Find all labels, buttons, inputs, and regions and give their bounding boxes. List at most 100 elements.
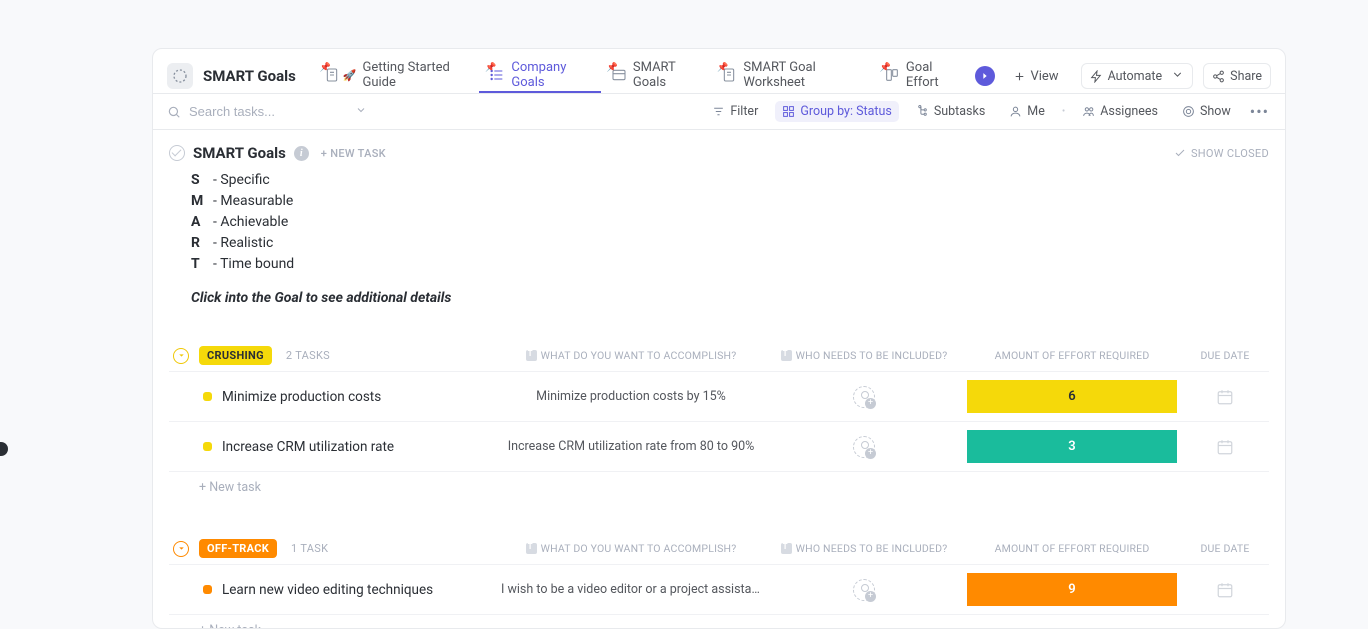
tabs: 📌 🚀 Getting Started Guide 📌 Company Goal… bbox=[314, 59, 970, 93]
assignees-button[interactable]: Assignees bbox=[1075, 101, 1165, 122]
column-header-due: DUE DATE bbox=[1185, 542, 1265, 555]
subtasks-button[interactable]: Subtasks bbox=[909, 101, 992, 122]
list-icon bbox=[167, 63, 193, 89]
task-due-cell bbox=[1185, 388, 1265, 406]
column-header-accomplish: WHAT DO YOU WANT TO ACCOMPLISH? bbox=[501, 349, 761, 362]
task-status-dot[interactable] bbox=[203, 392, 212, 401]
content-area: SMART Goals i + NEW TASK SHOW CLOSED S- … bbox=[153, 130, 1285, 628]
doc-icon: 📌 bbox=[721, 67, 737, 83]
status-group: CRUSHING 2 TASKS WHAT DO YOU WANT TO ACC… bbox=[169, 346, 1269, 499]
task-effort[interactable]: 3 bbox=[967, 430, 1177, 463]
task-assignee-cell bbox=[769, 579, 959, 601]
filter-label: Filter bbox=[730, 104, 758, 119]
doc-icon: 📌 bbox=[324, 67, 340, 83]
me-label: Me bbox=[1027, 104, 1045, 119]
column-header-due: DUE DATE bbox=[1185, 349, 1265, 362]
group-collapse-toggle[interactable] bbox=[173, 348, 189, 364]
status-pill[interactable]: OFF-TRACK bbox=[199, 539, 277, 558]
task-name-cell: Increase CRM utilization rate bbox=[173, 439, 493, 455]
smart-letter: A bbox=[191, 214, 207, 230]
me-button[interactable]: Me bbox=[1002, 101, 1052, 122]
tab-label: SMART Goals bbox=[633, 60, 701, 90]
task-effort[interactable]: 6 bbox=[967, 380, 1177, 413]
automate-label: Automate bbox=[1108, 69, 1163, 84]
search-wrap bbox=[167, 104, 367, 120]
more-tabs-button[interactable] bbox=[975, 66, 995, 86]
smart-definition-row: R- Realistic bbox=[191, 235, 1269, 251]
task-status-dot[interactable] bbox=[203, 585, 212, 594]
list-heading-title: SMART Goals bbox=[193, 144, 286, 162]
column-header-effort: AMOUNT OF EFFORT REQUIRED bbox=[967, 349, 1177, 362]
info-icon[interactable]: i bbox=[294, 146, 309, 161]
new-task-button[interactable]: + NEW TASK bbox=[321, 147, 386, 160]
task-assignee-cell bbox=[769, 436, 959, 458]
smart-hint: Click into the Goal to see additional de… bbox=[191, 290, 1269, 306]
status-pill[interactable]: CRUSHING bbox=[199, 346, 272, 365]
chevron-down-icon bbox=[1171, 68, 1184, 85]
add-assignee-button[interactable] bbox=[853, 579, 875, 601]
list-title: SMART Goals bbox=[203, 67, 296, 85]
group-header: CRUSHING 2 TASKS WHAT DO YOU WANT TO ACC… bbox=[169, 346, 1269, 365]
group-collapse-toggle[interactable] bbox=[173, 541, 189, 557]
show-label: Show bbox=[1200, 104, 1231, 119]
pin-icon: 📌 bbox=[607, 63, 618, 73]
more-menu-button[interactable]: ••• bbox=[1248, 102, 1271, 121]
tab-getting-started[interactable]: 📌 🚀 Getting Started Guide bbox=[314, 59, 480, 93]
show-closed-button[interactable]: SHOW CLOSED bbox=[1174, 147, 1269, 160]
pin-icon: 📌 bbox=[485, 63, 496, 73]
tab-label: SMART Goal Worksheet bbox=[743, 60, 864, 90]
calendar-icon[interactable] bbox=[1216, 388, 1234, 406]
add-view-button[interactable]: View bbox=[1005, 69, 1066, 84]
add-assignee-button[interactable] bbox=[853, 436, 875, 458]
calendar-icon[interactable] bbox=[1216, 438, 1234, 456]
tab-label: Goal Effort bbox=[906, 60, 960, 90]
tab-label: Getting Started Guide bbox=[362, 60, 469, 90]
group-by-label: Group by: Status bbox=[800, 104, 892, 119]
pin-icon: 📌 bbox=[717, 63, 728, 73]
task-name-cell: Minimize production costs bbox=[173, 389, 493, 405]
task-accomplish: Minimize production costs by 15% bbox=[501, 389, 761, 404]
new-task-inline-button[interactable]: + New task bbox=[169, 472, 1269, 499]
tab-goal-effort[interactable]: 📌 Goal Effort bbox=[874, 59, 970, 93]
task-name: Minimize production costs bbox=[222, 389, 381, 405]
task-name: Learn new video editing techniques bbox=[222, 582, 433, 598]
chevron-down-icon[interactable] bbox=[355, 104, 367, 120]
subtasks-label: Subtasks bbox=[934, 104, 985, 119]
status-circle-icon[interactable] bbox=[169, 145, 185, 161]
task-row[interactable]: Increase CRM utilization rate Increase C… bbox=[169, 422, 1269, 471]
automate-button[interactable]: Automate bbox=[1081, 63, 1194, 89]
calendar-icon[interactable] bbox=[1216, 581, 1234, 599]
text-field-icon bbox=[781, 543, 792, 554]
smart-letter: M bbox=[191, 193, 207, 209]
add-assignee-button[interactable] bbox=[853, 386, 875, 408]
pin-icon: 📌 bbox=[320, 63, 331, 73]
tab-smart-goals[interactable]: 📌 SMART Goals bbox=[601, 59, 711, 93]
tab-smart-worksheet[interactable]: 📌 SMART Goal Worksheet bbox=[711, 59, 874, 93]
column-header-included: WHO NEEDS TO BE INCLUDED? bbox=[769, 542, 959, 555]
task-row[interactable]: Learn new video editing techniques I wis… bbox=[169, 565, 1269, 614]
task-due-cell bbox=[1185, 438, 1265, 456]
share-button[interactable]: Share bbox=[1203, 63, 1271, 89]
tab-company-goals[interactable]: 📌 Company Goals bbox=[479, 59, 601, 93]
task-count: 1 TASK bbox=[291, 542, 328, 555]
share-label: Share bbox=[1230, 69, 1262, 84]
smart-letter: T bbox=[191, 256, 207, 272]
list-heading: SMART Goals i + NEW TASK SHOW CLOSED bbox=[169, 144, 1269, 162]
smart-word: - Measurable bbox=[213, 193, 293, 209]
left-edge-indicator bbox=[0, 442, 8, 456]
column-header-accomplish: WHAT DO YOU WANT TO ACCOMPLISH? bbox=[501, 542, 761, 555]
show-button[interactable]: Show bbox=[1175, 101, 1238, 122]
text-field-icon bbox=[526, 350, 537, 361]
group-by-button[interactable]: Group by: Status bbox=[775, 101, 899, 122]
board-icon: 📌 bbox=[884, 67, 900, 83]
task-status-dot[interactable] bbox=[203, 442, 212, 451]
new-task-inline-button[interactable]: + New task bbox=[169, 615, 1269, 628]
column-header-effort: AMOUNT OF EFFORT REQUIRED bbox=[967, 542, 1177, 555]
search-input[interactable] bbox=[189, 104, 329, 119]
pin-icon: 📌 bbox=[880, 63, 891, 73]
filter-button[interactable]: Filter bbox=[705, 101, 765, 122]
task-assignee-cell bbox=[769, 386, 959, 408]
task-effort[interactable]: 9 bbox=[967, 573, 1177, 606]
task-row[interactable]: Minimize production costs Minimize produ… bbox=[169, 372, 1269, 422]
tab-label: Company Goals bbox=[511, 60, 591, 90]
